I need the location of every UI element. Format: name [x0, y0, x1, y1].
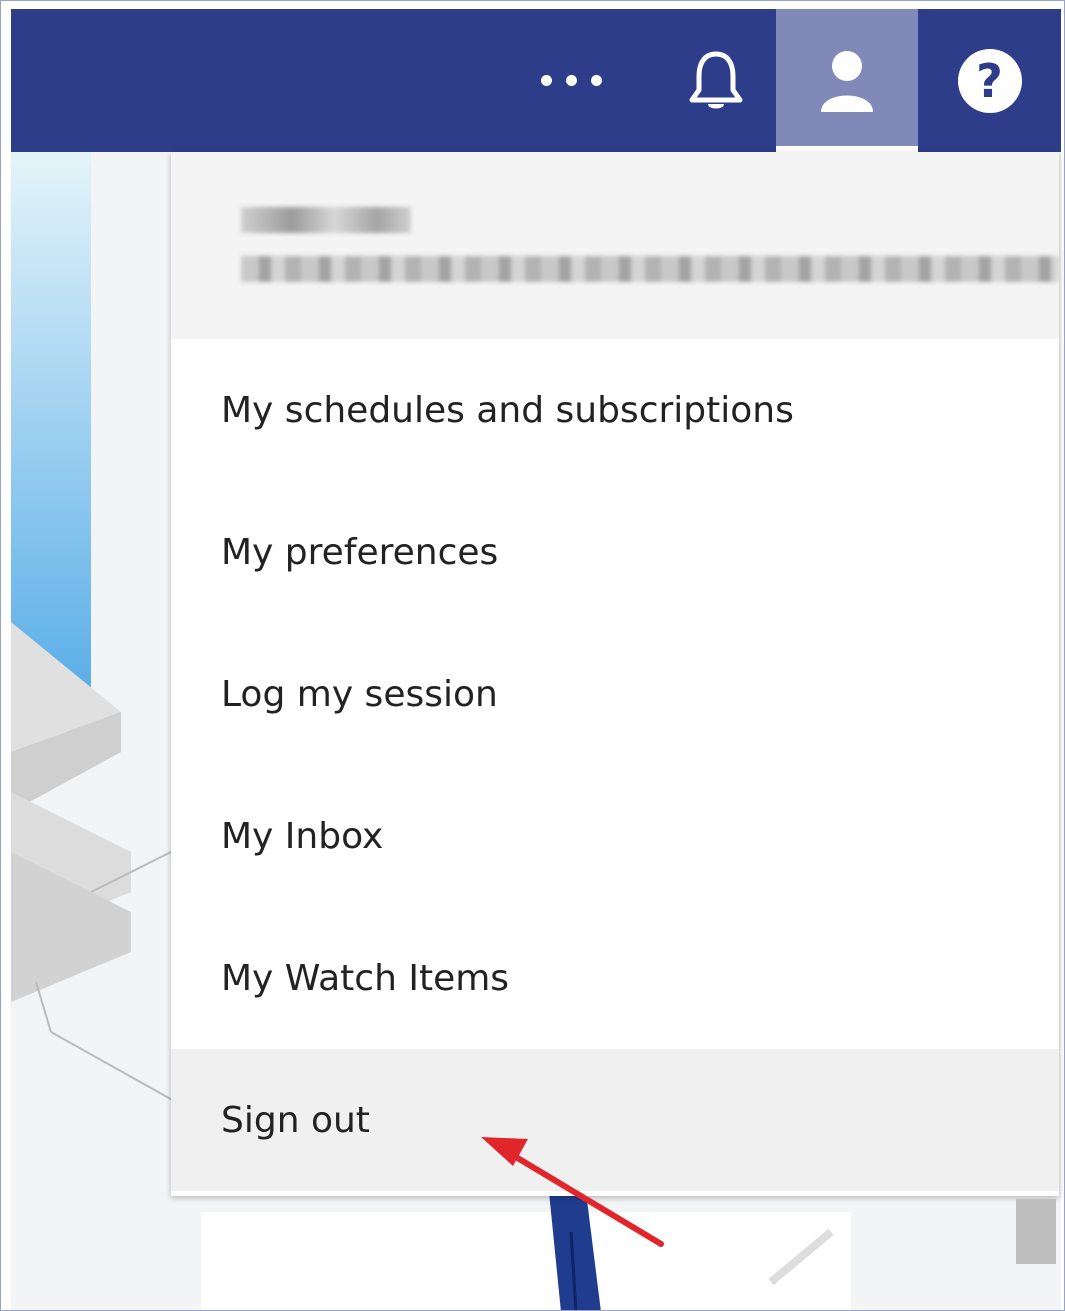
bell-icon [689, 51, 743, 108]
more-button[interactable] [511, 9, 631, 152]
app-window: ? My schedules and subscriptions My pref… [0, 0, 1065, 1311]
email-redacted [241, 256, 1059, 282]
menu-item-inbox[interactable]: My Inbox [171, 765, 1059, 907]
dot [540, 75, 552, 86]
dot [590, 75, 602, 86]
username-redacted [241, 207, 411, 233]
notifications-button[interactable] [651, 9, 781, 152]
help-icon: ? [957, 48, 1022, 113]
top-navigation-bar: ? [11, 9, 1061, 152]
menu-item-watch-items[interactable]: My Watch Items [171, 907, 1059, 1049]
menu-item-sign-out[interactable]: Sign out [171, 1049, 1059, 1191]
menu-item-preferences[interactable]: My preferences [171, 481, 1059, 623]
user-info-header [171, 152, 1059, 339]
user-menu-button[interactable] [776, 9, 918, 152]
user-icon [821, 50, 873, 112]
menu-item-schedules-subscriptions[interactable]: My schedules and subscriptions [171, 339, 1059, 481]
menu-item-log-session[interactable]: Log my session [171, 623, 1059, 765]
dot [565, 75, 577, 86]
user-dropdown-menu: My schedules and subscriptions My prefer… [171, 152, 1059, 1196]
help-button[interactable]: ? [918, 9, 1061, 152]
scrollbar-thumb[interactable] [1016, 1199, 1056, 1264]
